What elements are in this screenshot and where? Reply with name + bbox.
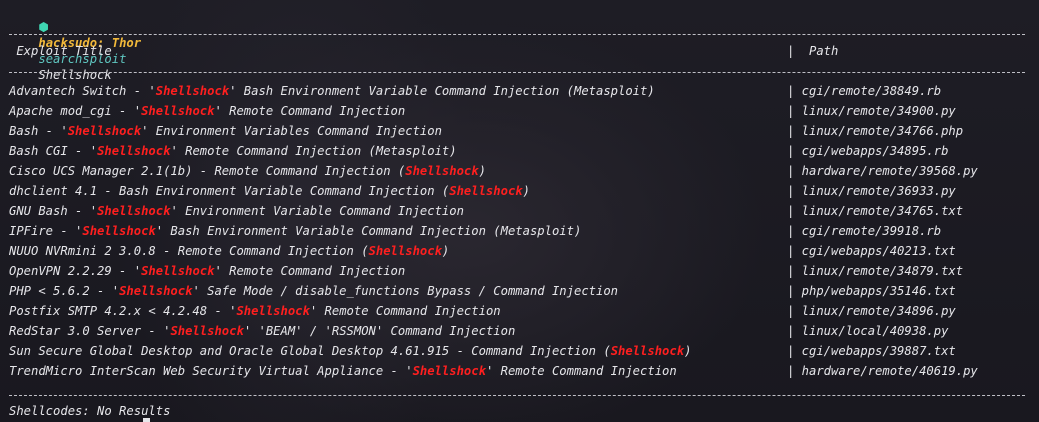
- table-row-title: IPFire - 'Shellshock' Bash Environment V…: [9, 223, 581, 239]
- keyword-highlight: Shellshock: [141, 104, 215, 118]
- table-row-path: | linux/remote/34879.txt: [787, 264, 964, 278]
- title-text: TrendMicro InterScan Web Security Virtua…: [9, 364, 413, 378]
- title-text: ' Remote Command Injection: [485, 364, 677, 378]
- table-row-path: | cgi/webapps/40213.txt: [787, 244, 956, 258]
- title-text: Sun Secure Global Desktop and Oracle Glo…: [9, 344, 611, 358]
- prompt-line: ⬢ hacksudo: Thor searchsploit Shellshock: [9, 3, 141, 82]
- title-text: ' Safe Mode / disable_functions Bypass /…: [192, 284, 619, 298]
- keyword-highlight: Shellshock: [412, 364, 486, 378]
- keyword-highlight: Shellshock: [97, 144, 171, 158]
- table-row-title: Advantech Switch - 'Shellshock' Bash Env…: [9, 83, 655, 99]
- table-row-path: | linux/remote/36933.py: [787, 184, 956, 198]
- table-row-path: | linux/remote/34896.py: [787, 304, 956, 318]
- terminal-cursor: [143, 418, 150, 422]
- keyword-highlight: Shellshock: [141, 264, 215, 278]
- title-text: ' Remote Command Injection: [309, 304, 501, 318]
- title-text: ' 'BEAM' / 'RSSMON' Command Injection: [243, 324, 516, 338]
- title-text: RedStar 3.0 Server - ': [9, 324, 171, 338]
- table-row-title: Bash CGI - 'Shellshock' Remote Command I…: [9, 143, 457, 159]
- title-text: dhclient 4.1 - Bash Environment Variable…: [9, 184, 450, 198]
- table-row-path: | php/webapps/35146.txt: [787, 284, 956, 298]
- separator-top: [9, 34, 1025, 35]
- title-text: Bash CGI - ': [9, 144, 98, 158]
- title-text: Bash - ': [9, 124, 68, 138]
- keyword-highlight: Shellshock: [155, 84, 230, 98]
- prompt-argument: Shellshock: [38, 68, 112, 82]
- table-row-path: | cgi/webapps/34895.rb: [787, 144, 949, 158]
- table-row-title: Cisco UCS Manager 2.1(1b) - Remote Comma…: [9, 163, 486, 179]
- table-row-path: | hardware/remote/39568.py: [787, 164, 978, 178]
- title-text: ): [478, 164, 486, 178]
- table-row-title: NUUO NVRmini 2 3.0.8 - Remote Command In…: [9, 243, 449, 259]
- title-text: Cisco UCS Manager 2.1(1b) - Remote Comma…: [9, 164, 406, 178]
- title-text: GNU Bash - ': [9, 204, 98, 218]
- title-text: ' Bash Environment Variable Command Inje…: [229, 84, 655, 98]
- title-text: ' Remote Command Injection: [214, 264, 406, 278]
- shellcodes-result: Shellcodes: No Results: [9, 404, 171, 418]
- table-row-path: | cgi/webapps/39887.txt: [787, 344, 956, 358]
- keyword-highlight: Shellshock: [405, 164, 479, 178]
- keyword-highlight: Shellshock: [82, 224, 156, 238]
- keyword-highlight: Shellshock: [449, 184, 523, 198]
- title-text: IPFire - ': [9, 224, 83, 238]
- keyword-highlight: Shellshock: [119, 284, 193, 298]
- table-row-path: | linux/remote/34766.php: [787, 124, 964, 138]
- separator-header: [9, 72, 1025, 73]
- table-row-title: PHP < 5.6.2 - 'Shellshock' Safe Mode / d…: [9, 283, 618, 299]
- title-text: Advantech Switch - ': [9, 84, 156, 98]
- title-text: Apache mod_cgi - ': [9, 104, 142, 118]
- title-text: ): [441, 244, 450, 258]
- table-row-path: | linux/remote/34900.py: [787, 104, 956, 118]
- title-text: ' Environment Variables Command Injectio…: [141, 124, 442, 138]
- keyword-highlight: Shellshock: [170, 324, 244, 338]
- title-text: ' Bash Environment Variable Command Inje…: [155, 224, 582, 238]
- title-text: ' Remote Command Injection (Metasploit): [170, 144, 457, 158]
- title-text: NUUO NVRmini 2 3.0.8 - Remote Command In…: [9, 244, 369, 258]
- header-exploit-title: Exploit Title: [9, 44, 112, 58]
- table-row-path: | linux/remote/34765.txt: [787, 204, 964, 218]
- title-text: OpenVPN 2.2.29 - ': [9, 264, 142, 278]
- separator-bottom: [9, 395, 1025, 396]
- table-row-title: Bash - 'Shellshock' Environment Variable…: [9, 123, 442, 139]
- table-row-title: Postfix SMTP 4.2.x < 4.2.48 - 'Shellshoc…: [9, 303, 501, 319]
- header-path: | Path: [787, 44, 839, 58]
- title-text: Postfix SMTP 4.2.x < 4.2.48 - ': [9, 304, 237, 318]
- keyword-highlight: Shellshock: [610, 344, 685, 358]
- title-text: ): [522, 184, 530, 198]
- table-row-title: RedStar 3.0 Server - 'Shellshock' 'BEAM'…: [9, 323, 515, 339]
- table-row-title: TrendMicro InterScan Web Security Virtua…: [9, 363, 677, 379]
- table-row-path: | linux/local/40938.py: [787, 324, 949, 338]
- hexagon-icon: ⬢: [38, 20, 49, 34]
- table-row-path: | cgi/remote/38849.rb: [787, 84, 942, 98]
- keyword-highlight: Shellshock: [97, 204, 171, 218]
- table-row-title: Sun Secure Global Desktop and Oracle Glo…: [9, 343, 691, 359]
- table-row-title: OpenVPN 2.2.29 - 'Shellshock' Remote Com…: [9, 263, 405, 279]
- title-text: ' Environment Variable Command Injection: [170, 204, 464, 218]
- title-text: ): [684, 344, 692, 358]
- table-row-title: Apache mod_cgi - 'Shellshock' Remote Com…: [9, 103, 405, 119]
- keyword-highlight: Shellshock: [236, 304, 310, 318]
- title-text: ' Remote Command Injection: [214, 104, 406, 118]
- table-row-title: dhclient 4.1 - Bash Environment Variable…: [9, 183, 530, 199]
- terminal-window[interactable]: ⬢ hacksudo: Thor searchsploit Shellshock…: [0, 0, 1039, 422]
- title-text: PHP < 5.6.2 - ': [9, 284, 120, 298]
- table-row-path: | cgi/remote/39918.rb: [787, 224, 942, 238]
- table-row-title: GNU Bash - 'Shellshock' Environment Vari…: [9, 203, 464, 219]
- table-row-path: | hardware/remote/40619.py: [787, 364, 978, 378]
- keyword-highlight: Shellshock: [67, 124, 142, 138]
- keyword-highlight: Shellshock: [368, 244, 442, 258]
